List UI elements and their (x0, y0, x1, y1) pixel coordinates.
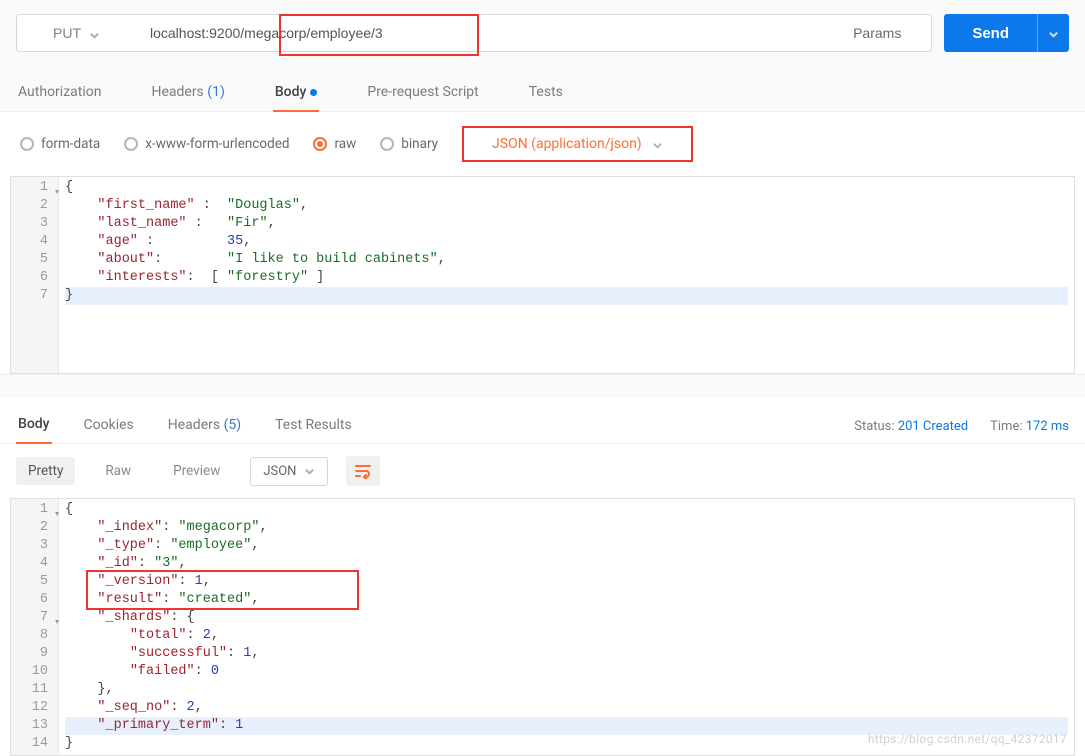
request-body-editor[interactable]: 1234567 { "first_name" : "Douglas", "las… (10, 176, 1075, 374)
tab-tests[interactable]: Tests (527, 76, 565, 111)
line-wrap-button[interactable] (346, 456, 380, 486)
response-view-bar: Pretty Raw Preview JSON (0, 444, 1085, 498)
chevron-down-icon (652, 139, 663, 150)
view-pretty[interactable]: Pretty (16, 457, 75, 485)
chevron-down-icon (1048, 28, 1059, 39)
time-value: 172 ms (1026, 419, 1069, 434)
tab-body[interactable]: Body (273, 76, 320, 112)
line-gutter: 1234567 (11, 177, 59, 373)
radio-form-data[interactable]: form-data (20, 136, 100, 152)
radio-icon (313, 137, 327, 151)
view-preview[interactable]: Preview (161, 457, 232, 485)
content-type-select[interactable]: JSON (application/json) (474, 132, 681, 156)
body-type-options: form-data x-www-form-urlencoded raw bina… (0, 112, 1085, 168)
tab-authorization[interactable]: Authorization (16, 76, 103, 111)
content-type-highlight: JSON (application/json) (462, 126, 693, 162)
line-gutter: 1234567891011121314 (11, 499, 59, 755)
code-area[interactable]: { "first_name" : "Douglas", "last_name" … (59, 177, 1074, 373)
resp-tab-test-results[interactable]: Test Results (273, 411, 354, 443)
status-value: 201 Created (898, 419, 968, 434)
radio-binary[interactable]: binary (380, 136, 438, 152)
time-label: Time: 172 ms (990, 419, 1069, 434)
response-tabs: Body Cookies Headers (5) Test Results St… (0, 398, 1085, 444)
send-button[interactable]: Send (944, 14, 1037, 52)
radio-icon (20, 137, 34, 151)
tab-headers[interactable]: Headers (1) (149, 76, 226, 111)
radio-urlencoded[interactable]: x-www-form-urlencoded (124, 136, 289, 152)
radio-icon (380, 137, 394, 151)
http-method-label: PUT (53, 25, 81, 41)
resp-tab-body[interactable]: Body (16, 410, 52, 444)
modified-dot-icon (310, 89, 317, 96)
url-input[interactable] (136, 14, 823, 52)
status-label: Status: 201 Created (854, 419, 968, 434)
params-button[interactable]: Params (823, 14, 932, 52)
view-raw[interactable]: Raw (93, 457, 143, 485)
resp-tab-cookies[interactable]: Cookies (82, 411, 136, 443)
http-method-select[interactable]: PUT (16, 14, 136, 52)
send-dropdown-button[interactable] (1037, 14, 1069, 52)
code-area: { "_index": "megacorp", "_type": "employ… (59, 499, 1074, 755)
response-format-select[interactable]: JSON (250, 457, 328, 486)
request-tabs: Authorization Headers (1) Body Pre-reque… (0, 66, 1085, 112)
chevron-down-icon (304, 466, 315, 477)
radio-icon (124, 137, 138, 151)
resp-tab-headers[interactable]: Headers (5) (166, 411, 243, 443)
watermark: https://blog.csdn.net/qq_42372017 (868, 732, 1067, 746)
tab-prerequest[interactable]: Pre-request Script (365, 76, 480, 111)
chevron-down-icon (89, 28, 100, 39)
radio-raw[interactable]: raw (313, 136, 356, 152)
response-body-viewer[interactable]: 1234567891011121314 { "_index": "megacor… (10, 498, 1075, 756)
